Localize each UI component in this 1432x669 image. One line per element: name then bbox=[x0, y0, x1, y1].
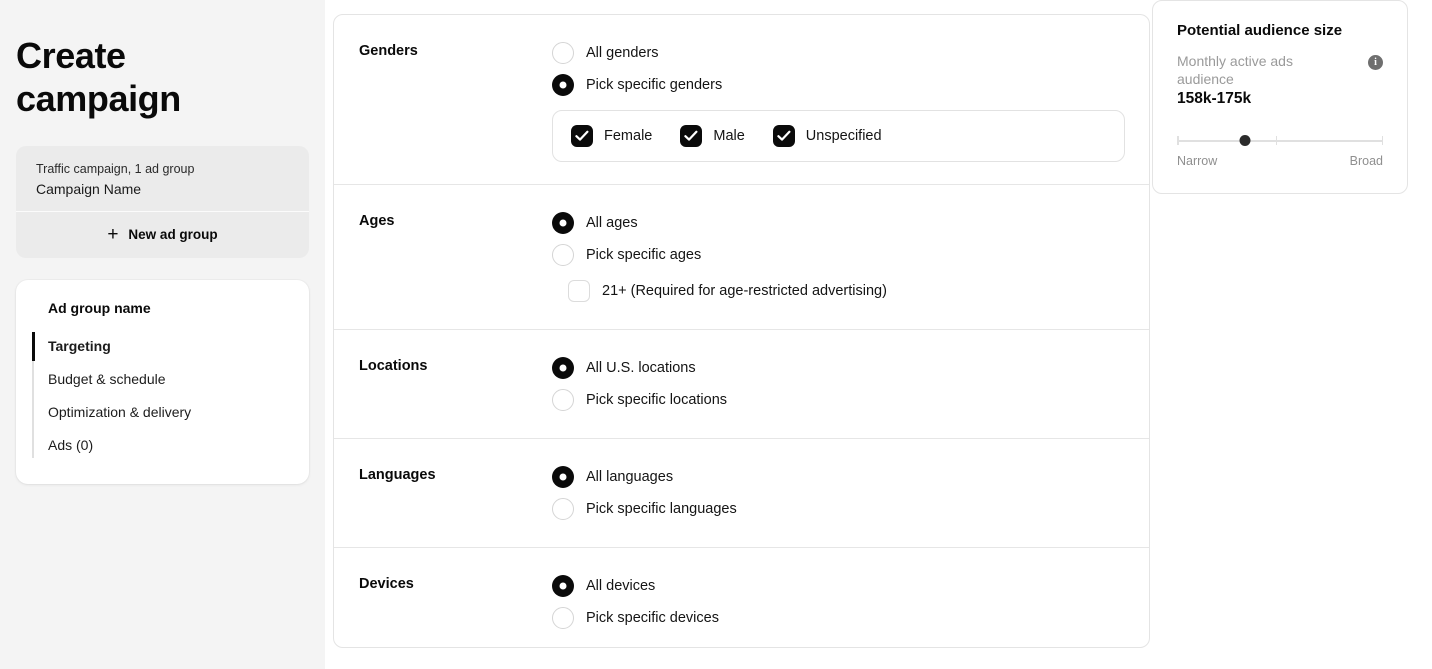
audience-gauge: Narrow Broad bbox=[1177, 135, 1383, 168]
gauge-tick bbox=[1275, 136, 1278, 145]
checkbox-unspecified[interactable]: Unspecified bbox=[772, 125, 882, 147]
section-ages: Ages All ages Pick specific ages 21+ (Re… bbox=[334, 185, 1149, 330]
campaign-name-text: Campaign Name bbox=[36, 181, 142, 197]
sidebar-item-ads[interactable]: Ads (0) bbox=[32, 429, 293, 462]
sidebar-item-label: Optimization & delivery bbox=[48, 404, 192, 420]
section-body-locations: All U.S. locations Pick specific locatio… bbox=[552, 352, 1149, 416]
radio-icon-on bbox=[552, 466, 574, 488]
potential-audience-card: Potential audience size Monthly active a… bbox=[1152, 0, 1408, 194]
radio-label: All languages bbox=[586, 469, 674, 485]
info-icon[interactable]: i bbox=[1368, 55, 1383, 70]
audience-summary-row: Monthly active ads audience 158k-175k i bbox=[1177, 52, 1383, 108]
audience-text-block: Monthly active ads audience 158k-175k bbox=[1177, 52, 1327, 108]
main-region: Genders All genders Pick specific gender… bbox=[325, 0, 1432, 669]
gauge-track-area[interactable] bbox=[1177, 135, 1383, 147]
radio-icon-off bbox=[552, 607, 574, 629]
new-ad-group-label: New ad group bbox=[128, 227, 218, 242]
radio-icon-on bbox=[552, 74, 574, 96]
section-body-genders: All genders Pick specific genders Female bbox=[552, 37, 1149, 162]
audience-value: 158k-175k bbox=[1177, 90, 1252, 107]
create-campaign-page: Create campaign Traffic campaign, 1 ad g… bbox=[0, 0, 1432, 669]
section-label-locations: Locations bbox=[359, 358, 428, 374]
gauge-cap-left bbox=[1177, 136, 1179, 145]
radio-all-genders[interactable]: All genders bbox=[552, 37, 1125, 69]
checkbox-age-21-plus[interactable]: 21+ (Required for age-restricted adverti… bbox=[552, 275, 1125, 307]
gauge-label-narrow: Narrow bbox=[1177, 154, 1218, 168]
targeting-panel: Genders All genders Pick specific gender… bbox=[333, 14, 1150, 648]
radio-icon-on bbox=[552, 575, 574, 597]
radio-all-devices[interactable]: All devices bbox=[552, 570, 1125, 602]
audience-subtitle: Monthly active ads audience bbox=[1177, 53, 1293, 87]
section-devices: Devices All devices Pick specific device… bbox=[334, 548, 1149, 656]
checkbox-label: 21+ (Required for age-restricted adverti… bbox=[602, 283, 887, 299]
section-label-devices: Devices bbox=[359, 576, 414, 592]
radio-icon-on bbox=[552, 212, 574, 234]
sidebar-item-targeting[interactable]: Targeting bbox=[32, 330, 293, 363]
radio-all-languages[interactable]: All languages bbox=[552, 461, 1125, 493]
check-icon bbox=[680, 125, 703, 147]
ad-group-nav: Targeting Budget & schedule Optimization… bbox=[32, 330, 293, 462]
section-body-languages: All languages Pick specific languages bbox=[552, 461, 1149, 525]
gauge-indicator-dot[interactable] bbox=[1239, 135, 1251, 146]
radio-icon-off bbox=[552, 498, 574, 520]
gauge-label-broad: Broad bbox=[1349, 154, 1383, 168]
radio-all-us-locations[interactable]: All U.S. locations bbox=[552, 352, 1125, 384]
sidebar-item-label: Targeting bbox=[48, 338, 111, 354]
new-ad-group-button[interactable]: + New ad group bbox=[16, 211, 309, 258]
campaign-summary-box: Traffic campaign, 1 ad group Campaign Na… bbox=[16, 146, 309, 258]
radio-icon-off bbox=[552, 389, 574, 411]
page-title: Create campaign bbox=[16, 35, 181, 119]
section-locations: Locations All U.S. locations Pick specif… bbox=[334, 330, 1149, 439]
radio-pick-specific-languages[interactable]: Pick specific languages bbox=[552, 493, 1125, 525]
radio-label: All genders bbox=[586, 45, 659, 61]
radio-label: Pick specific locations bbox=[586, 392, 728, 408]
sidebar-item-optimization-delivery[interactable]: Optimization & delivery bbox=[32, 396, 293, 429]
ad-group-title: Ad group name bbox=[48, 300, 151, 316]
campaign-summary-text: Traffic campaign, 1 ad group bbox=[36, 162, 195, 176]
section-body-devices: All devices Pick specific devices bbox=[552, 570, 1149, 634]
checkbox-label: Female bbox=[604, 128, 653, 144]
plus-icon: + bbox=[107, 224, 119, 245]
radio-label: All ages bbox=[586, 215, 638, 231]
radio-label: All U.S. locations bbox=[586, 360, 696, 376]
sidebar-item-label: Ads (0) bbox=[48, 437, 94, 453]
sidebar: Create campaign Traffic campaign, 1 ad g… bbox=[0, 0, 325, 669]
campaign-meta[interactable]: Traffic campaign, 1 ad group Campaign Na… bbox=[16, 146, 309, 211]
section-languages: Languages All languages Pick specific la… bbox=[334, 439, 1149, 548]
section-label-ages: Ages bbox=[359, 213, 395, 229]
sidebar-item-label: Budget & schedule bbox=[48, 371, 166, 387]
check-icon bbox=[571, 125, 593, 147]
section-label-languages: Languages bbox=[359, 467, 436, 483]
section-body-ages: All ages Pick specific ages 21+ (Require… bbox=[552, 207, 1149, 307]
section-label-genders: Genders bbox=[359, 43, 418, 59]
radio-label: Pick specific genders bbox=[586, 77, 723, 93]
radio-label: Pick specific languages bbox=[586, 501, 737, 517]
radio-label: Pick specific devices bbox=[586, 610, 719, 626]
radio-label: Pick specific ages bbox=[586, 247, 702, 263]
gender-checkbox-group: Female Male Unspecified bbox=[552, 110, 1125, 162]
radio-icon-off bbox=[552, 42, 574, 64]
check-icon bbox=[772, 125, 795, 147]
radio-pick-specific-genders[interactable]: Pick specific genders bbox=[552, 69, 1125, 101]
gauge-track bbox=[1177, 140, 1383, 142]
radio-icon-on bbox=[552, 357, 574, 379]
check-icon-empty bbox=[568, 280, 590, 302]
radio-pick-specific-ages[interactable]: Pick specific ages bbox=[552, 239, 1125, 271]
checkbox-male[interactable]: Male bbox=[680, 125, 745, 147]
ad-group-card: Ad group name Targeting Budget & schedul… bbox=[16, 280, 309, 484]
radio-pick-specific-locations[interactable]: Pick specific locations bbox=[552, 384, 1125, 416]
radio-pick-specific-devices[interactable]: Pick specific devices bbox=[552, 602, 1125, 634]
gauge-labels: Narrow Broad bbox=[1177, 154, 1383, 168]
audience-title: Potential audience size bbox=[1177, 22, 1343, 39]
radio-all-ages[interactable]: All ages bbox=[552, 207, 1125, 239]
sidebar-item-budget-schedule[interactable]: Budget & schedule bbox=[32, 363, 293, 396]
checkbox-label: Male bbox=[713, 128, 745, 144]
section-genders: Genders All genders Pick specific gender… bbox=[334, 15, 1149, 185]
checkbox-female[interactable]: Female bbox=[571, 125, 652, 147]
gauge-cap-right bbox=[1381, 136, 1383, 145]
checkbox-label: Unspecified bbox=[805, 128, 882, 144]
radio-label: All devices bbox=[586, 578, 656, 594]
radio-icon-off bbox=[552, 244, 574, 266]
